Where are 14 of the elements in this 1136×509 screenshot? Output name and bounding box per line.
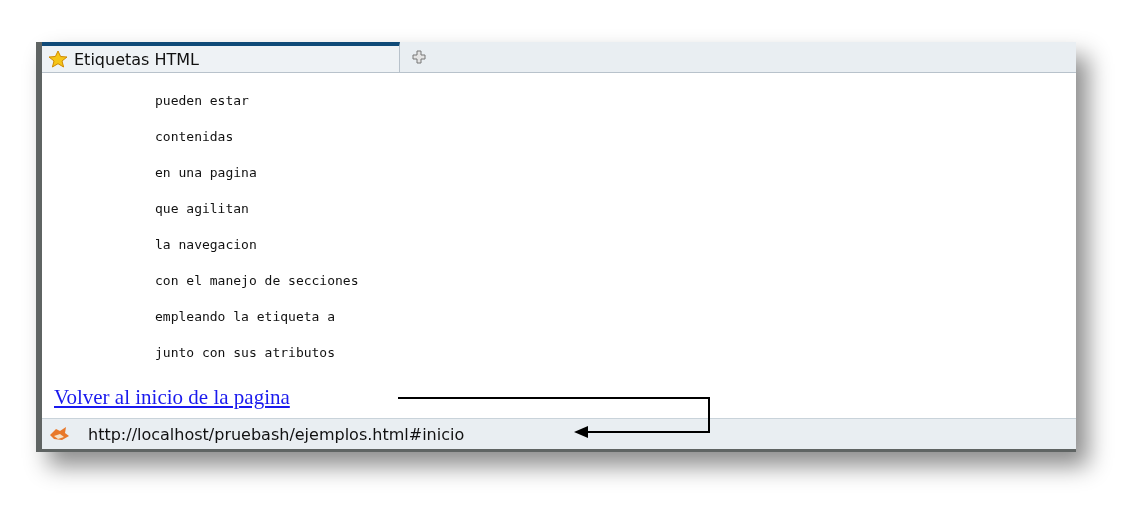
star-icon	[48, 50, 68, 68]
fox-icon	[48, 426, 70, 442]
plus-icon	[412, 50, 426, 64]
back-to-top-link[interactable]: Volver al inicio de la pagina	[54, 385, 290, 410]
text-line: en una pagina	[154, 164, 258, 182]
text-line: junto con sus atributos	[154, 344, 336, 362]
text-line: empleando la etiqueta a	[154, 308, 336, 326]
text-line: pueden estar	[154, 92, 250, 110]
text-line: la navegacion	[154, 236, 258, 254]
text-line: contenidas	[154, 128, 235, 146]
text-line: que agilitan	[154, 200, 250, 218]
text-line: con el manejo de secciones	[154, 272, 360, 290]
tab[interactable]: Etiquetas HTML	[42, 42, 400, 72]
status-url: http://localhost/pruebash/ejemplos.html#inicio	[88, 424, 465, 444]
